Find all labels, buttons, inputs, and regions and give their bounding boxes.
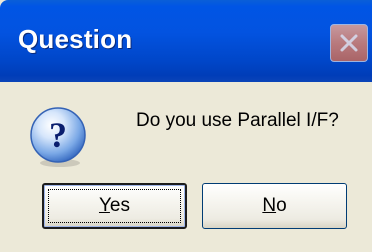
- question-icon: ?: [30, 107, 86, 167]
- close-icon: [340, 34, 358, 52]
- question-dialog: Question ? Do you use Parallel I/F? Yes …: [0, 0, 372, 252]
- dialog-message: Do you use Parallel I/F?: [136, 110, 339, 131]
- yes-button[interactable]: Yes: [42, 183, 187, 229]
- dialog-body: ? Do you use Parallel I/F? Yes No: [0, 82, 372, 252]
- close-button[interactable]: [330, 24, 368, 62]
- focus-ring: [48, 189, 181, 223]
- no-button-label: No: [262, 195, 287, 216]
- title-bar[interactable]: Question: [0, 0, 372, 82]
- svg-text:?: ?: [49, 115, 67, 155]
- no-button[interactable]: No: [202, 183, 347, 229]
- window-title: Question: [18, 24, 133, 54]
